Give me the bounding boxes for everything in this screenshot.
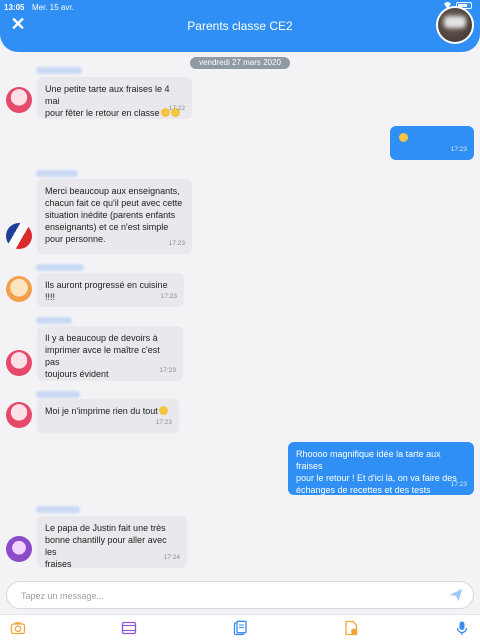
file-icon[interactable]: [343, 620, 359, 636]
message-time: 17:23: [450, 146, 467, 153]
emoji-icon: [399, 133, 408, 142]
group-avatar[interactable]: [436, 6, 474, 44]
message-input[interactable]: [21, 588, 421, 604]
message-text: Moi je n'imprime rien du tout: [45, 406, 158, 416]
avatar: [6, 536, 32, 562]
message-bubble[interactable]: Une petite tarte aux fraises le 4 mai po…: [37, 77, 192, 119]
conversation-title: Parents classe CE2: [187, 19, 293, 33]
message-bubble[interactable]: Merci beaucoup aux enseignants, chacun f…: [37, 179, 192, 254]
sender-name-blurred: [36, 170, 78, 177]
camera-icon[interactable]: [10, 620, 26, 636]
attachment-toolbar: [0, 614, 480, 640]
avatar: [6, 87, 32, 113]
sender-name-blurred: [36, 506, 80, 513]
message-composer: [6, 581, 474, 609]
message-bubble[interactable]: Le papa de Justin fait une très bonne ch…: [37, 516, 187, 569]
message-bubble-outgoing[interactable]: 17:23: [390, 126, 474, 160]
message-text: Le papa de Justin fait une très bonne ch…: [45, 523, 167, 569]
avatar: [6, 223, 32, 249]
message-text: Ils auront progressé en cuisine !!!!: [45, 280, 168, 302]
message-time: 17:23: [159, 367, 176, 374]
sender-name-blurred: [36, 317, 72, 324]
documents-icon[interactable]: [232, 620, 248, 636]
send-icon[interactable]: [449, 588, 463, 602]
message-text: Merci beaucoup aux enseignants, chacun f…: [45, 186, 183, 244]
message-bubble[interactable]: Il y a beaucoup de devoirs à imprimer av…: [37, 326, 183, 381]
sender-name-blurred: [36, 67, 82, 74]
chat-header: 13:05 Mer. 15 avr. ✕ Parents classe CE2: [0, 0, 480, 52]
message-bubble-outgoing[interactable]: Rhoooo magnifique idée la tarte aux frai…: [288, 442, 474, 495]
message-text: Une petite tarte aux fraises le 4 mai po…: [45, 84, 170, 118]
status-bar: 13:05 Mer. 15 avr.: [0, 0, 480, 14]
message-text: Il y a beaucoup de devoirs à imprimer av…: [45, 333, 160, 379]
status-date: Mer. 15 avr.: [32, 3, 74, 12]
sender-name-blurred: [36, 391, 80, 398]
avatar: [6, 350, 32, 376]
microphone-icon[interactable]: [454, 620, 470, 636]
message-time: 17:23: [155, 419, 172, 426]
video-icon[interactable]: [121, 620, 137, 636]
message-bubble[interactable]: Ils auront progressé en cuisine !!!! 17:…: [37, 273, 184, 307]
sender-name-blurred: [36, 264, 84, 271]
emoji-icon: [158, 406, 168, 415]
avatar: [6, 402, 32, 428]
message-text: Rhoooo magnifique idée la tarte aux frai…: [296, 449, 457, 495]
date-separator: vendredi 27 mars 2020: [190, 57, 290, 69]
avatar: [6, 276, 32, 302]
message-time: 17:23: [160, 293, 177, 300]
message-time: 17:22: [168, 105, 185, 112]
message-time: 17:23: [168, 240, 185, 247]
message-time: 17:24: [163, 554, 180, 561]
message-time: 17:23: [450, 481, 467, 488]
status-time: 13:05: [4, 3, 25, 12]
message-bubble[interactable]: Moi je n'imprime rien du tout 17:23: [37, 399, 179, 433]
